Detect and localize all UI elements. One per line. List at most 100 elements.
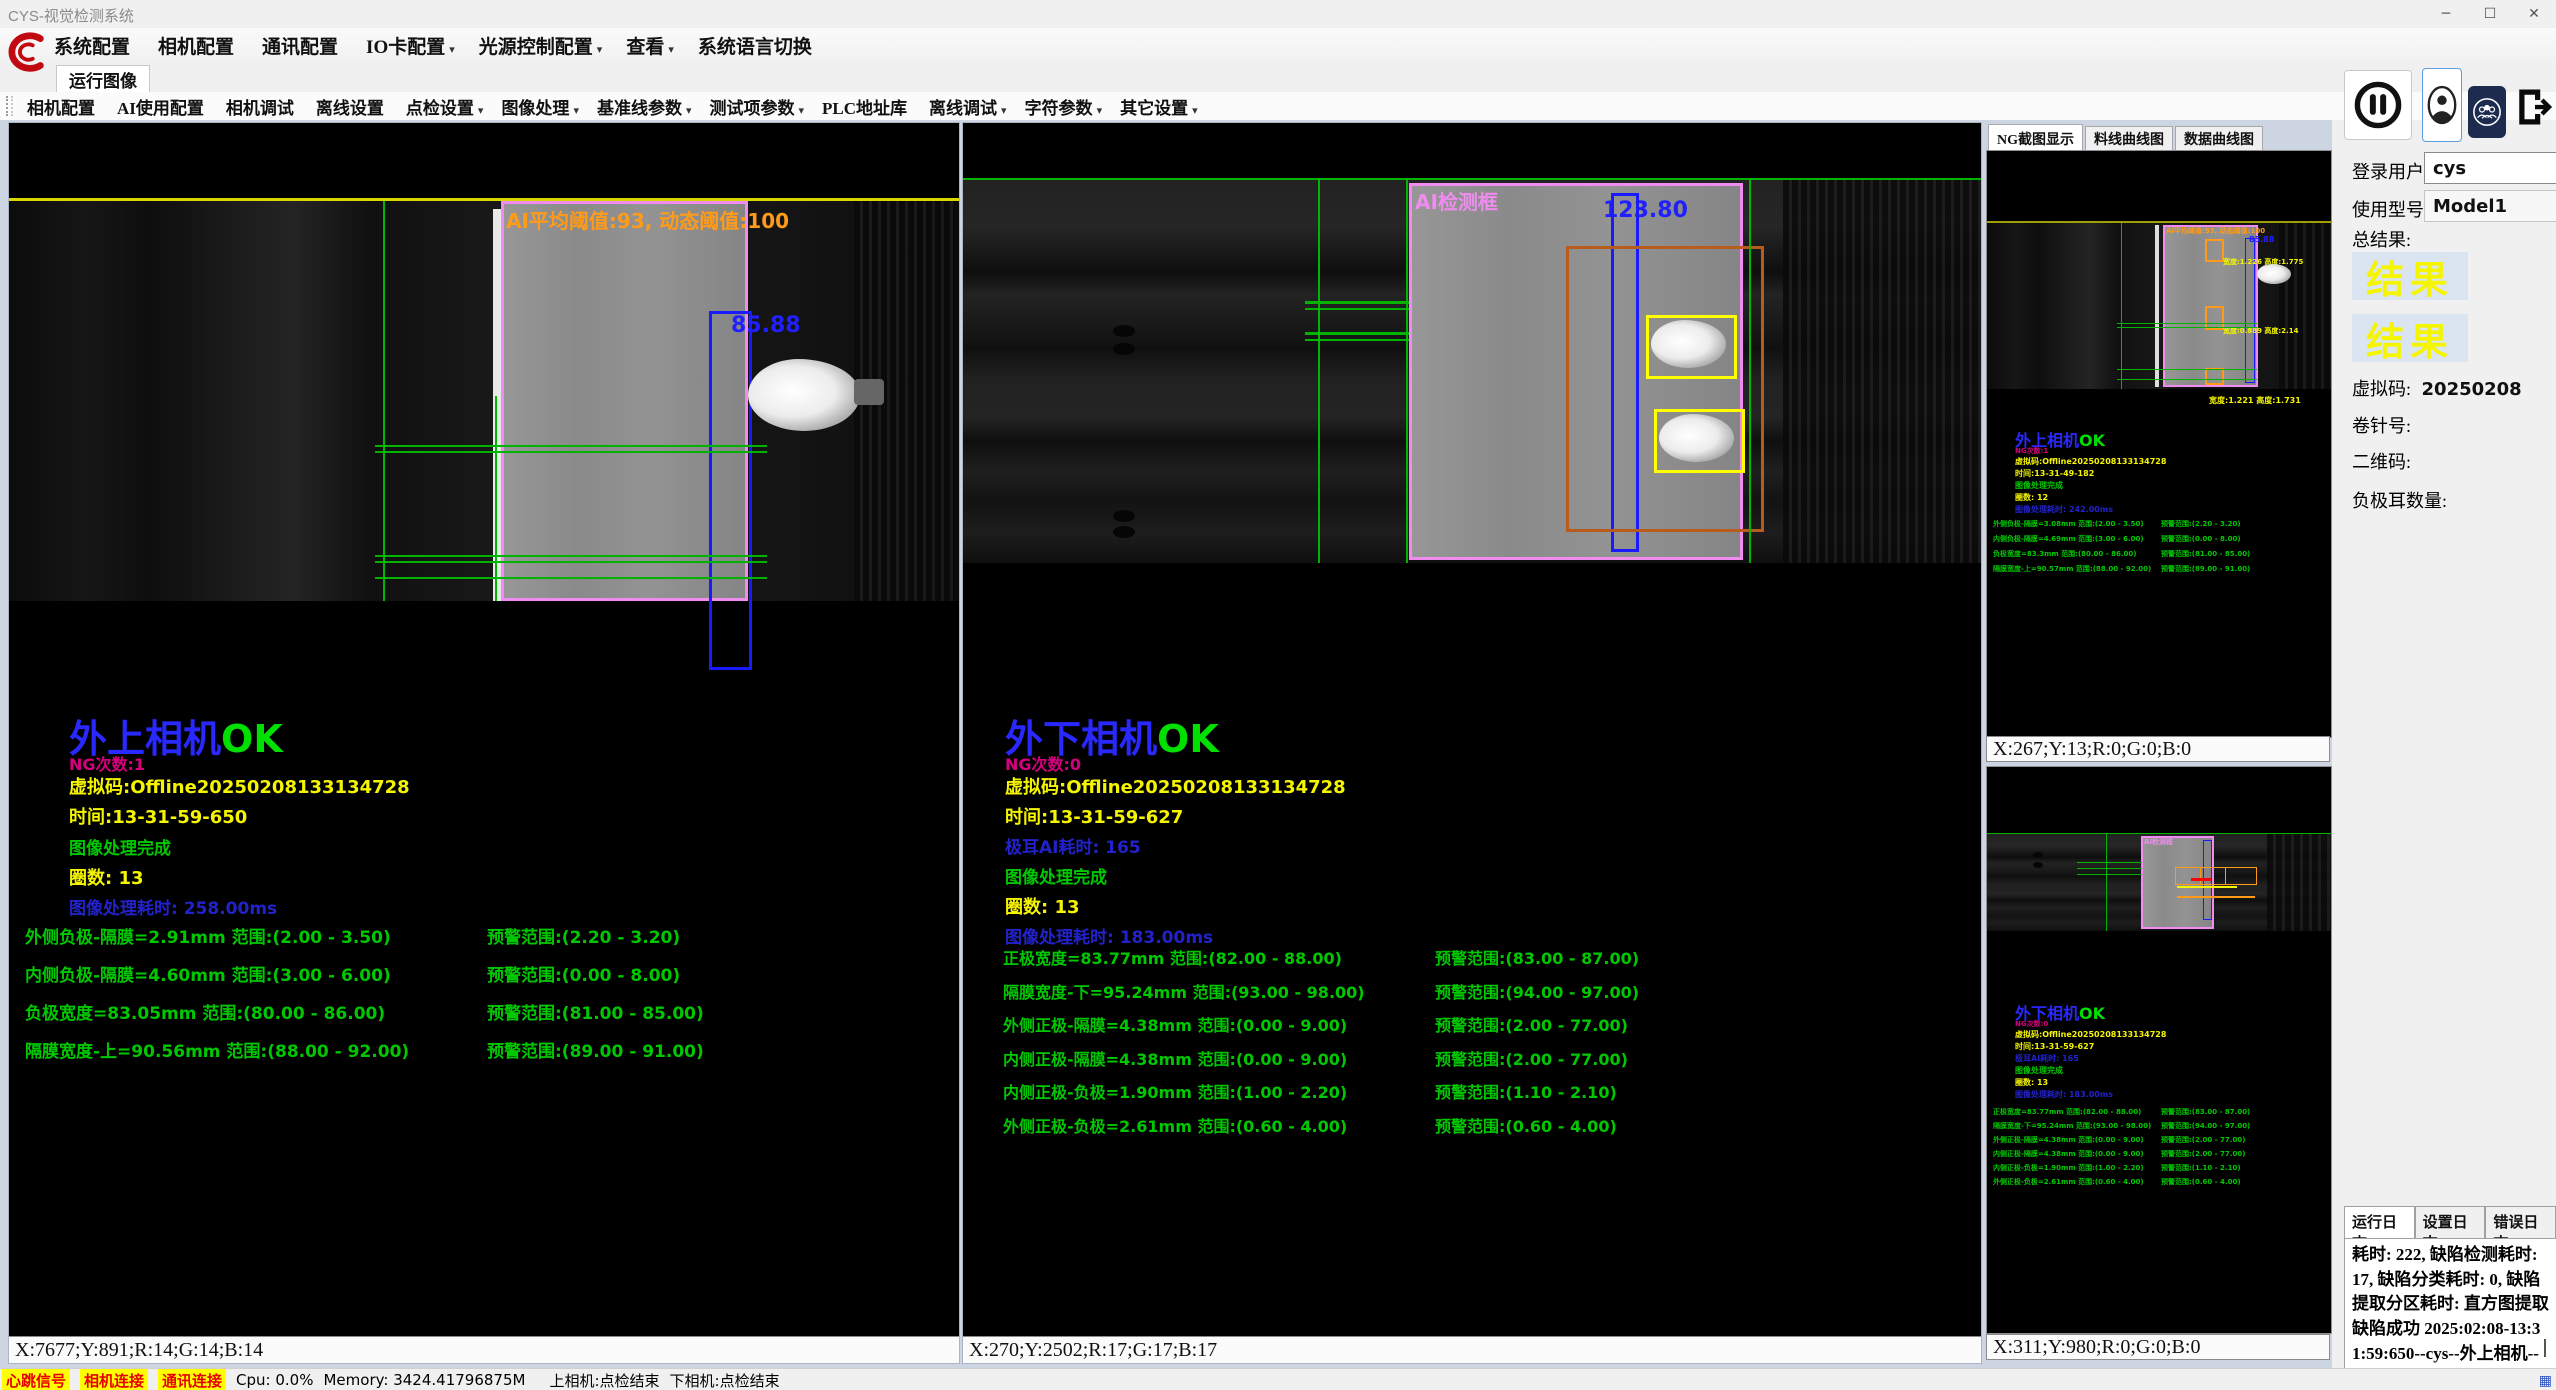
- threshold-overlay-text: AI平均阈值:93, 动态阈值:100: [506, 205, 789, 234]
- measurement-text: 隔膜宽度-上=90.57mm 范围:(88.00 - 92.00): [1993, 564, 2151, 574]
- pixel-coordinate-text: X:311;Y:980;R:0;G:0;B:0: [1993, 1336, 2200, 1359]
- menu-item[interactable]: IO卡配置▾: [354, 32, 467, 59]
- text-cursor: [2544, 1339, 2546, 1357]
- upper-camera-image[interactable]: AI平均阈值:93, 动态阈值:100 85.88: [9, 201, 959, 601]
- green-edge-line-vertical-2: [1406, 180, 1408, 563]
- menu-item[interactable]: 相机配置: [146, 32, 250, 59]
- menu-item[interactable]: 查看▾: [614, 32, 686, 59]
- heartbeat-status-badge: 心跳信号: [2, 1369, 70, 1390]
- measurement-text: 外侧正极-隔膜=4.38mm 范围:(0.00 - 9.00): [1993, 1135, 2144, 1145]
- metal-tab-tail: [854, 379, 884, 405]
- toolbar-item[interactable]: AI使用配置: [108, 94, 217, 119]
- warning-range-text: 预警范围:(89.00 - 91.00): [487, 1037, 704, 1062]
- user-group-button[interactable]: [2468, 86, 2506, 138]
- log-content-panel[interactable]: 耗时: 222, 缺陷检测耗时: 17, 缺陷分类耗时: 0, 缺陷提取分区耗时…: [2344, 1238, 2556, 1388]
- process-done-text: 图像处理完成: [1005, 863, 1107, 888]
- toolbar-item[interactable]: 基准线参数▾: [588, 94, 701, 119]
- toolbar-item[interactable]: PLC地址库: [813, 94, 920, 119]
- warning-range-text: 预警范围:(0.60 - 4.00): [2161, 1177, 2241, 1187]
- close-button[interactable]: ✕: [2512, 0, 2556, 28]
- time-text: 时间:13-31-49-182: [2015, 468, 2094, 479]
- warning-range-text: 预警范围:(1.10 - 2.10): [2161, 1163, 2241, 1173]
- menu-item[interactable]: 光源控制配置▾: [467, 32, 615, 59]
- lower-camera-check-status: 下相机:点检结束: [670, 1370, 780, 1390]
- virtual-code-label: 虚拟码:: [2352, 379, 2411, 399]
- user-login-button[interactable]: [2422, 68, 2462, 142]
- tab-run-image[interactable]: 运行图像: [56, 65, 150, 92]
- measurement-text: 正极宽度=83.77mm 范围:(82.00 - 88.00): [1003, 945, 1342, 969]
- measurement-text: 内侧正极-负极=1.90mm 范围:(1.00 - 2.20): [1003, 1079, 1347, 1103]
- tab-line-curve[interactable]: 料线曲线图: [2085, 126, 2173, 153]
- toolbar-item[interactable]: 离线调试▾: [920, 94, 1016, 119]
- exit-button[interactable]: [2514, 76, 2556, 138]
- log-content-text: 耗时: 222, 缺陷检测耗时: 17, 缺陷分类耗时: 0, 缺陷提取分区耗时…: [2352, 1245, 2549, 1387]
- warning-range-text: 预警范围:(0.00 - 8.00): [487, 961, 680, 986]
- pixel-coordinate-bar: X:7677;Y:891;R:14;G:14;B:14: [9, 1336, 959, 1363]
- orange-detect-box: [1566, 246, 1764, 532]
- result-display-2: 结果: [2352, 314, 2468, 362]
- cpu-usage-text: Cpu: 0.0%: [236, 1371, 313, 1389]
- ng-preview-lower[interactable]: AI检测框 外下相机OK NG次数:0 虚拟码:Offline202502081…: [1986, 766, 2332, 1334]
- time-text: 时间:13-31-59-627: [2015, 1041, 2094, 1052]
- toolbar-grip-handle[interactable]: [6, 96, 13, 116]
- measurement-text: 正极宽度=83.77mm 范围:(82.00 - 88.00): [1993, 1107, 2141, 1117]
- tab-ng-screenshot[interactable]: NG截图显示: [1988, 124, 2083, 151]
- window-controls: ─ ☐ ✕: [2424, 0, 2556, 28]
- measurement-text: 隔膜宽度-下=95.24mm 范围:(93.00 - 98.00): [1993, 1121, 2151, 1131]
- toolbar-item[interactable]: 离线设置: [307, 94, 397, 119]
- metal-tab-blob: [2257, 264, 2291, 284]
- pause-button[interactable]: [2344, 70, 2412, 140]
- maximize-button[interactable]: ☐: [2468, 0, 2512, 28]
- warning-range-text: 预警范围:(83.00 - 87.00): [2161, 1107, 2250, 1117]
- measurement-text: 外侧负极-隔膜=2.91mm 范围:(2.00 - 3.50): [25, 923, 391, 948]
- menu-item[interactable]: 通讯配置: [250, 32, 354, 59]
- login-user-field[interactable]: cys: [2424, 152, 2556, 184]
- green-detect-line: [2077, 874, 2142, 875]
- minimize-button[interactable]: ─: [2424, 0, 2468, 28]
- warning-range-text: 预警范围:(2.00 - 77.00): [1435, 1012, 1628, 1036]
- toolbar-item[interactable]: 点检设置▾: [397, 94, 493, 119]
- roller-texture: [1783, 180, 1981, 563]
- preview-image: AI平均阈值:93, 动态阈值:100 85.88 宽度:1.226 高度:1.…: [1987, 223, 2331, 389]
- tab-data-curve[interactable]: 数据曲线图: [2175, 126, 2263, 153]
- green-edge-line-vertical-3: [1749, 180, 1751, 563]
- pixel-coordinate-text: X:7677;Y:891;R:14;G:14;B:14: [15, 1339, 263, 1362]
- toolbar-item[interactable]: 其它设置▾: [1111, 94, 1207, 119]
- bright-edge-strip: [2155, 225, 2159, 387]
- warning-range-text: 预警范围:(94.00 - 97.00): [2161, 1121, 2250, 1131]
- green-detect-line: [2117, 379, 2257, 380]
- pixel-coordinate-bar: X:267;Y:13;R:0;G:0;B:0: [1986, 736, 2330, 762]
- yellow-defect-mark: [2177, 886, 2237, 888]
- model-field[interactable]: Model1: [2424, 190, 2556, 222]
- toolbar-item[interactable]: 相机配置: [18, 94, 108, 119]
- upper-camera-view[interactable]: AI平均阈值:93, 动态阈值:100 85.88 外上相机OK NG次数:1 …: [8, 122, 960, 1364]
- ng-preview-tabs: NG截图显示 料线曲线图 数据曲线图: [1988, 126, 2263, 153]
- ng-count-text: NG次数:1: [2015, 446, 2048, 456]
- toolbar-item[interactable]: 测试项参数▾: [701, 94, 814, 119]
- menu-item[interactable]: 系统语言切换: [686, 32, 828, 59]
- resize-grip-icon[interactable]: ▦: [2539, 1372, 2552, 1389]
- measurement-text: 外侧正极-负极=2.61mm 范围:(0.60 - 4.00): [1003, 1113, 1347, 1137]
- chevron-down-icon: ▾: [668, 44, 674, 56]
- metal-tab-blob: [748, 359, 860, 431]
- yellow-tab-box: [1646, 315, 1737, 379]
- measurement-text: 外侧负极-隔膜=3.08mm 范围:(2.00 - 3.50): [1993, 519, 2144, 529]
- app-logo-icon: [3, 30, 49, 76]
- toolbar-item[interactable]: 相机调试: [217, 94, 307, 119]
- result-ok-text: OK: [221, 717, 283, 761]
- toolbar-item[interactable]: 字符参数▾: [1016, 94, 1112, 119]
- chevron-down-icon: ▾: [1097, 105, 1103, 117]
- virtual-code-text: 虚拟码:Offline20250208133134728: [2015, 456, 2166, 467]
- status-bar: 心跳信号 相机连接 通讯连接 Cpu: 0.0% Memory: 3424.41…: [0, 1368, 2556, 1390]
- loop-count-text: 圈数: 13: [69, 864, 144, 890]
- exit-door-icon: [2514, 82, 2556, 132]
- chevron-down-icon: ▾: [449, 44, 455, 56]
- window-title: CYS-视觉检测系统: [8, 5, 134, 26]
- lower-camera-view[interactable]: AI检测框 123.80 外下相机OK NG次数:0 虚拟码:Offline20…: [962, 122, 1982, 1364]
- menu-item[interactable]: 系统配置: [42, 32, 146, 59]
- toolbar-item[interactable]: 图像处理▾: [492, 94, 588, 119]
- lower-camera-image[interactable]: AI检测框 123.80: [963, 180, 1981, 563]
- size-annotation-text: 宽度:1.221 高度:1.731: [2209, 395, 2301, 406]
- ng-preview-upper[interactable]: AI平均阈值:93, 动态阈值:100 85.88 宽度:1.226 高度:1.…: [1986, 150, 2332, 738]
- green-detect-line: [2077, 868, 2142, 869]
